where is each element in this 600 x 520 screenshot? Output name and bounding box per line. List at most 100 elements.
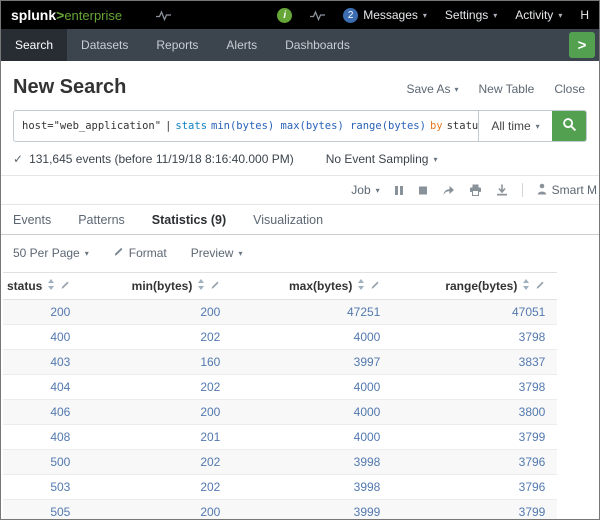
close-button[interactable]: Close	[554, 82, 585, 96]
cell-value-link[interactable]: 3798	[519, 380, 546, 394]
cell-value-link[interactable]: 3800	[519, 405, 546, 419]
time-range-picker[interactable]: All time ▾	[478, 111, 552, 141]
format-menu[interactable]: Format	[113, 246, 167, 260]
print-button[interactable]	[469, 184, 482, 196]
pencil-icon[interactable]	[370, 279, 380, 293]
cell-value-link[interactable]: 3799	[519, 505, 546, 519]
cell-value-link[interactable]: 200	[50, 305, 70, 319]
table-row: 505 200 3999 3799	[3, 500, 557, 520]
caret-down-icon: ▾	[536, 122, 540, 131]
splunk-logo[interactable]: splunk>enterprise	[11, 7, 122, 23]
activity-pulse-icon	[310, 10, 325, 21]
cell-value-link[interactable]: 200	[200, 405, 220, 419]
tab-visualization[interactable]: Visualization	[253, 213, 323, 227]
preview-menu[interactable]: Preview ▾	[191, 246, 243, 260]
cell-value-link[interactable]: 3837	[519, 355, 546, 369]
table-cell: 47251	[232, 300, 392, 325]
cell-value-link[interactable]: 3796	[519, 480, 546, 494]
sort-icon[interactable]	[522, 279, 530, 293]
cell-value-link[interactable]: 505	[50, 505, 70, 519]
cell-value-link[interactable]: 202	[200, 330, 220, 344]
cell-value-link[interactable]: 3798	[519, 330, 546, 344]
tab-patterns[interactable]: Patterns	[78, 213, 125, 227]
cell-value-link[interactable]: 202	[200, 380, 220, 394]
cell-value-link[interactable]: 4000	[354, 380, 381, 394]
nav-item-dashboards[interactable]: Dashboards	[271, 29, 364, 61]
info-icon[interactable]: i	[277, 8, 292, 23]
table-cell: 202	[82, 475, 232, 500]
cell-value-link[interactable]: 201	[200, 430, 220, 444]
nav-item-alerts[interactable]: Alerts	[212, 29, 271, 61]
cell-value-link[interactable]: 400	[50, 330, 70, 344]
cell-value-link[interactable]: 3997	[354, 355, 381, 369]
share-button[interactable]	[442, 184, 455, 196]
cell-value-link[interactable]: 160	[200, 355, 220, 369]
cell-value-link[interactable]: 4000	[354, 330, 381, 344]
column-header-status[interactable]: status	[3, 273, 82, 300]
nav-item-reports[interactable]: Reports	[142, 29, 212, 61]
table-cell: 3796	[392, 475, 557, 500]
export-button[interactable]	[496, 184, 508, 196]
cell-value-link[interactable]: 500	[50, 455, 70, 469]
cell-value-link[interactable]: 3999	[354, 505, 381, 519]
cell-value-link[interactable]: 3796	[519, 455, 546, 469]
splunk-mark-button[interactable]: >	[569, 32, 595, 58]
nav-item-search[interactable]: Search	[1, 29, 67, 61]
cell-value-link[interactable]: 3799	[519, 430, 546, 444]
activity-menu[interactable]: Activity ▾	[515, 8, 562, 22]
pause-button[interactable]	[394, 185, 404, 196]
table-cell: 3999	[232, 500, 392, 520]
column-header-max-bytes[interactable]: max(bytes)	[232, 273, 392, 300]
cell-value-link[interactable]: 503	[50, 480, 70, 494]
save-as-menu[interactable]: Save As ▾	[406, 82, 458, 96]
query-command: stats	[175, 120, 207, 132]
column-label: status	[7, 279, 42, 293]
event-sampling-menu[interactable]: No Event Sampling ▾	[326, 152, 438, 166]
cell-value-link[interactable]: 200	[200, 305, 220, 319]
cell-value-link[interactable]: 3998	[354, 480, 381, 494]
sort-icon[interactable]	[357, 279, 365, 293]
pencil-icon[interactable]	[535, 279, 545, 293]
help-menu[interactable]: H	[580, 8, 589, 22]
cell-value-link[interactable]: 406	[50, 405, 70, 419]
job-menu[interactable]: Job ▾	[351, 183, 379, 197]
pencil-icon	[113, 246, 124, 260]
pencil-icon[interactable]	[210, 279, 220, 293]
pencil-icon[interactable]	[60, 279, 70, 293]
tab-events[interactable]: Events	[13, 213, 51, 227]
per-page-menu[interactable]: 50 Per Page ▾	[13, 246, 89, 260]
tab-statistics[interactable]: Statistics (9)	[152, 213, 226, 227]
query-pipe: |	[165, 120, 171, 132]
query-by-keyword: by	[430, 120, 443, 132]
divider	[522, 183, 523, 197]
cell-value-link[interactable]: 404	[50, 380, 70, 394]
column-header-min-bytes[interactable]: min(bytes)	[82, 273, 232, 300]
cell-value-link[interactable]: 47251	[347, 305, 380, 319]
search-query-input[interactable]: host="web_application" | stats min(bytes…	[14, 111, 478, 141]
nav-item-datasets[interactable]: Datasets	[67, 29, 142, 61]
table-cell: 503	[3, 475, 82, 500]
cell-value-link[interactable]: 403	[50, 355, 70, 369]
smart-mode-button[interactable]: Smart M	[537, 183, 597, 198]
cell-value-link[interactable]: 4000	[354, 405, 381, 419]
per-page-label: 50 Per Page	[13, 246, 80, 260]
stop-button[interactable]	[418, 185, 428, 196]
statistics-table: status min(bytes) max(bytes)	[3, 272, 557, 520]
caret-down-icon: ▾	[423, 11, 427, 20]
sort-icon[interactable]	[47, 279, 55, 293]
table-cell: 3796	[392, 450, 557, 475]
cell-value-link[interactable]: 47051	[512, 305, 545, 319]
search-button[interactable]	[552, 111, 586, 141]
sort-icon[interactable]	[197, 279, 205, 293]
table-cell: 4000	[232, 400, 392, 425]
cell-value-link[interactable]: 3998	[354, 455, 381, 469]
cell-value-link[interactable]: 4000	[354, 430, 381, 444]
cell-value-link[interactable]: 202	[200, 455, 220, 469]
cell-value-link[interactable]: 202	[200, 480, 220, 494]
cell-value-link[interactable]: 200	[200, 505, 220, 519]
settings-menu[interactable]: Settings ▾	[445, 8, 497, 22]
messages-menu[interactable]: 2 Messages ▾	[343, 8, 427, 23]
column-header-range-bytes[interactable]: range(bytes)	[392, 273, 557, 300]
cell-value-link[interactable]: 408	[50, 430, 70, 444]
new-table-button[interactable]: New Table	[479, 82, 535, 96]
